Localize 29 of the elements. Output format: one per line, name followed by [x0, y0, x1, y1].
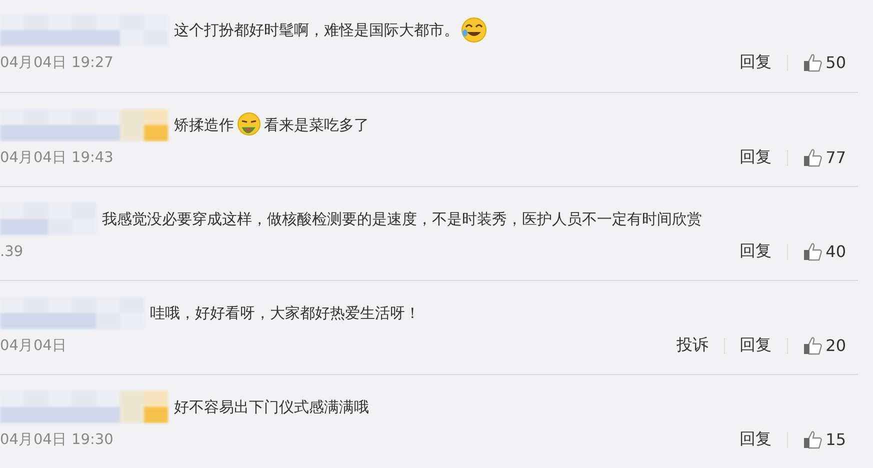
comment-text: 矫揉造作 — [174, 116, 234, 134]
comment-time: 04月04日 19:30 — [0, 431, 114, 449]
action-link[interactable]: 回复 — [740, 52, 772, 73]
action-link[interactable]: 回复 — [740, 429, 772, 450]
comment-text: 这个打扮都好时髦啊，难怪是国际大都市。 — [174, 20, 459, 40]
comment-time: .39 — [0, 244, 24, 260]
action-link[interactable]: 投诉 — [676, 335, 709, 356]
action-link[interactable]: 回复 — [740, 335, 772, 356]
comment-text: 好不容易出下门仪式感满满哦 — [174, 398, 369, 416]
thumbs-up-icon[interactable] — [802, 242, 823, 262]
eating-emoji-icon — [236, 112, 262, 138]
thumbs-up-icon[interactable] — [802, 148, 823, 168]
laughing-emoji-icon — [461, 17, 487, 43]
thumbs-up-icon[interactable] — [802, 52, 823, 72]
action-link[interactable]: 回复 — [740, 241, 772, 262]
like-count: 77 — [826, 148, 846, 167]
like-count: 50 — [826, 53, 846, 72]
like-count: 15 — [826, 430, 846, 449]
thumbs-up-icon[interactable] — [802, 336, 823, 356]
comment-text: 哇哦，好好看呀，大家都好热爱生活呀！ — [150, 304, 420, 322]
comment-time: 04月04日 — [0, 337, 67, 355]
comment-text: 看来是菜吃多了 — [264, 116, 369, 134]
like-count: 40 — [826, 242, 846, 261]
comment-time: 04月04日 19:43 — [0, 149, 114, 167]
action-link[interactable]: 回复 — [740, 147, 772, 168]
comment-text: 我感觉没必要穿成这样，做核酸检测要的是速度，不是时装秀，医护人员不一定有时间欣赏 — [102, 210, 702, 228]
like-count: 20 — [826, 336, 846, 355]
comment-time: 04月04日 19:27 — [0, 54, 114, 72]
thumbs-up-icon[interactable] — [802, 430, 823, 450]
